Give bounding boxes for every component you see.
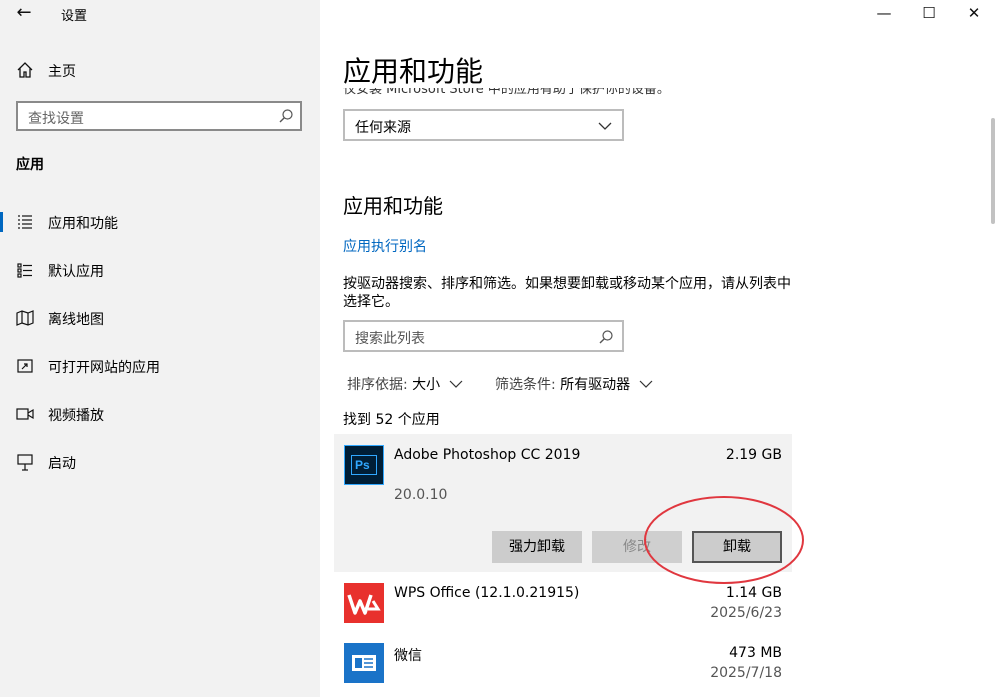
app-size: 1.14 GB [725,585,782,601]
photoshop-icon: Ps [344,445,384,485]
minimize-button[interactable]: — [861,0,907,28]
app-date: 2025/6/23 [710,605,782,621]
close-button[interactable]: ✕ [951,0,997,28]
uninstall-button[interactable]: 卸载 [692,531,782,563]
apps-for-websites-icon [17,359,33,373]
sidebar-item-video-playback[interactable]: 视频播放 [0,394,320,434]
home-icon [17,62,33,78]
window-title: 设置 [61,9,88,24]
search-icon[interactable] [598,329,614,345]
selected-indicator [0,212,3,232]
description-text: 按驱动器搜索、排序和筛选。如果想要卸载或移动某个应用，请从列表中选择它。 [343,276,791,310]
offline-maps-icon [16,310,34,326]
sort-label: 排序依据: [347,377,408,393]
settings-search-input[interactable]: 查找设置 [16,101,302,131]
sidebar-item-apps-for-websites[interactable]: 可打开网站的应用 [0,346,320,386]
force-uninstall-button[interactable]: 强力卸载 [492,531,582,563]
sidebar-item-label: 应用和功能 [48,216,118,232]
sidebar-item-apps-features[interactable]: 应用和功能 [0,202,320,242]
maximize-button[interactable]: ☐ [906,0,952,28]
app-name: 微信 [394,648,422,664]
wps-office-icon [344,583,384,623]
app-list-item[interactable]: 微信 473 MB 2025/7/18 [334,636,792,694]
sidebar-item-offline-maps[interactable]: 离线地图 [0,298,320,338]
modify-button[interactable]: 修改 [592,531,682,563]
app-alias-link[interactable]: 应用执行别名 [343,236,427,256]
sidebar-item-label: 默认应用 [48,264,104,280]
app-date: 2025/7/18 [710,665,782,681]
search-placeholder: 查找设置 [28,111,84,127]
sidebar: ← 设置 主页 查找设置 应用 应用和功能 默认应用 离线地图 可打开网站的应用… [0,0,320,697]
app-list-item-selected[interactable]: Ps Adobe Photoshop CC 2019 2.19 GB 20.0.… [334,434,792,572]
sort-value: 大小 [412,377,441,393]
sidebar-item-startup[interactable]: 启动 [0,442,320,482]
wechat-icon [344,643,384,683]
video-playback-icon [16,408,34,420]
app-size: 473 MB [729,645,782,661]
section-title: 应用和功能 [343,194,443,218]
scrollbar-thumb[interactable] [991,118,995,224]
search-icon[interactable] [278,108,294,124]
page-title: 应用和功能 [343,55,484,88]
app-name: Adobe Photoshop CC 2019 [394,447,581,463]
sidebar-item-label: 离线地图 [48,312,104,328]
sidebar-section-title: 应用 [16,157,44,173]
default-apps-icon [17,263,32,278]
dropdown-value: 任何来源 [355,120,411,136]
filter-value: 所有驱动器 [560,377,631,393]
app-version: 20.0.10 [394,487,448,503]
sidebar-item-default-apps[interactable]: 默认应用 [0,250,320,290]
app-source-dropdown[interactable]: 任何来源 [343,109,624,141]
app-list-item[interactable]: WPS Office (12.1.0.21915) 1.14 GB 2025/6… [334,576,792,634]
apps-features-icon [18,215,32,229]
back-button[interactable]: ← [10,2,38,26]
chevron-down-icon [598,122,612,130]
app-size: 2.19 GB [725,447,782,463]
filter-dropdown[interactable]: 筛选条件: 所有驱动器 [495,374,653,394]
sidebar-item-label: 可打开网站的应用 [48,360,160,376]
app-count: 找到 52 个应用 [343,412,440,428]
search-placeholder: 搜索此列表 [355,331,425,347]
chevron-down-icon [449,380,463,388]
app-list-search-input[interactable]: 搜索此列表 [343,320,624,352]
filter-label: 筛选条件: [495,377,556,393]
app-name: WPS Office (12.1.0.21915) [394,585,580,601]
sidebar-item-label: 启动 [48,456,76,472]
startup-icon [17,454,33,471]
sort-dropdown[interactable]: 排序依据: 大小 [347,374,463,394]
home-link[interactable]: 主页 [48,61,76,81]
sidebar-item-label: 视频播放 [48,408,104,424]
chevron-down-icon [639,380,653,388]
